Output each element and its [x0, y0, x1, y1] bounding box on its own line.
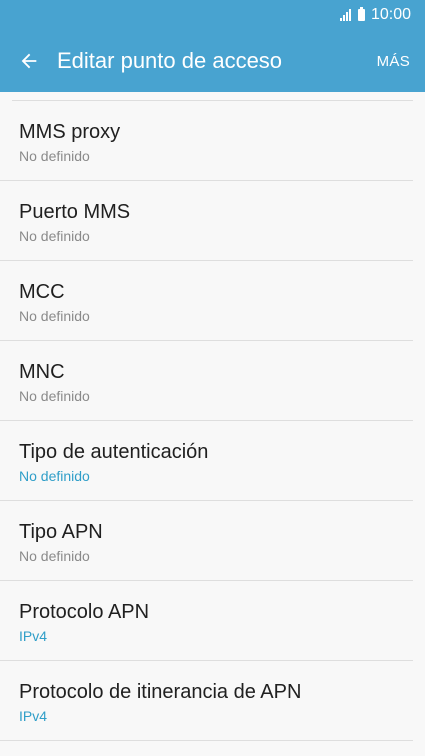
- item-title: Tipo de autenticación: [19, 441, 209, 463]
- more-button[interactable]: MÁS: [377, 53, 410, 70]
- status-time: 10:00: [370, 6, 411, 23]
- item-title: MNC: [19, 361, 65, 383]
- item-title: MMS proxy: [19, 121, 121, 143]
- item-value: IPv4: [19, 628, 48, 644]
- item-value: No definido: [19, 468, 90, 484]
- item-value: No definido: [19, 548, 90, 564]
- item-value: No definido: [19, 388, 90, 404]
- item-value: No definido: [19, 148, 90, 164]
- item-title: MCC: [19, 281, 65, 303]
- item-title: Protocolo APN: [19, 601, 150, 623]
- signal-icon: [339, 9, 352, 21]
- list-item-mcc[interactable]: MCC No definido: [0, 261, 413, 341]
- back-button[interactable]: [0, 30, 58, 92]
- page-title: Editar punto de acceso: [57, 48, 283, 73]
- list-item-apn-protocol[interactable]: Protocolo APN IPv4: [0, 581, 413, 661]
- settings-list: MMS proxy No definido Puerto MMS No defi…: [0, 100, 425, 741]
- item-value: No definido: [19, 228, 90, 244]
- item-value: IPv4: [19, 708, 48, 724]
- list-item-mnc[interactable]: MNC No definido: [0, 341, 413, 421]
- list-item-apn-roaming-protocol[interactable]: Protocolo de itinerancia de APN IPv4: [0, 661, 413, 741]
- list-item-auth-type[interactable]: Tipo de autenticación No definido: [0, 421, 413, 501]
- item-title: Puerto MMS: [19, 201, 131, 223]
- status-bar: 10:00: [0, 0, 425, 30]
- item-value: No definido: [19, 308, 90, 324]
- list-item-mms-port[interactable]: Puerto MMS No definido: [0, 181, 413, 261]
- battery-icon: [357, 7, 365, 21]
- item-title: Protocolo de itinerancia de APN: [19, 681, 302, 703]
- arrow-left-icon: [21, 53, 37, 69]
- app-bar: Editar punto de acceso MÁS: [0, 30, 425, 92]
- item-title: Tipo APN: [19, 521, 103, 543]
- list-item-mms-proxy[interactable]: MMS proxy No definido: [0, 101, 413, 181]
- list-item-apn-type[interactable]: Tipo APN No definido: [0, 501, 413, 581]
